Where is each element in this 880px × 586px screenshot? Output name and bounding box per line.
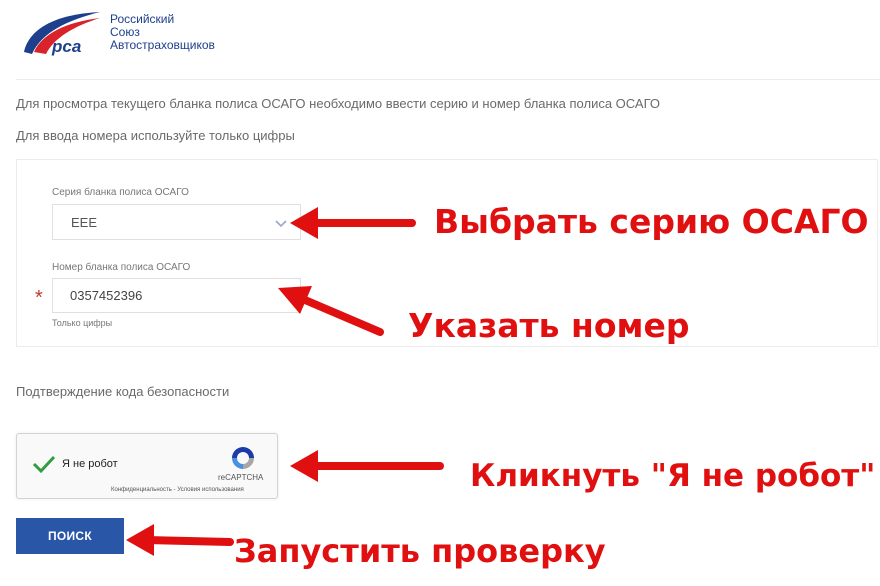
logo-wordmark: Российский Союз Автостраховщиков [110, 13, 215, 52]
policy-number-input[interactable]: 0357452396 [52, 278, 301, 313]
annotation-select-series: Выбрать серию ОСАГО [434, 202, 869, 241]
recaptcha-checkbox[interactable] [32, 454, 56, 479]
digits-only-instruction: Для ввода номера используйте только цифр… [16, 128, 295, 143]
policy-number-value: 0357452396 [70, 288, 143, 303]
logo-mark: рса [51, 37, 81, 56]
series-selected-value: ЕЕЕ [71, 215, 98, 230]
recaptcha-privacy-links[interactable]: Конфиденциальность - Условия использован… [111, 487, 244, 493]
rsa-logo: рса Российский Союз Автостраховщиков [20, 8, 260, 62]
required-asterisk: * [35, 287, 43, 309]
series-label: Серия бланка полиса ОСАГО [52, 187, 189, 198]
annotation-enter-number: Указать номер [408, 306, 690, 345]
search-button[interactable]: ПОИСК [16, 518, 124, 554]
captcha-title: Подтверждение кода безопасности [16, 384, 230, 399]
annotation-run-check: Запустить проверку [234, 532, 606, 570]
not-robot-label: Я не робот [62, 458, 118, 470]
arrow-left-icon [126, 524, 234, 556]
recaptcha-widget: Я не робот reCAPTCHA Конфиденциальность … [16, 433, 278, 499]
rsa-logo-emblem: рса [24, 12, 100, 56]
number-label: Номер бланка полиса ОСАГО [52, 262, 191, 273]
chevron-down-icon[interactable] [274, 216, 288, 234]
checkmark-icon[interactable] [32, 454, 56, 474]
logo-line-3: Автостраховщиков [110, 38, 215, 52]
header-divider [16, 79, 880, 80]
arrow-left-icon [290, 207, 416, 239]
instruction-text: Для просмотра текущего бланка полиса ОСА… [16, 96, 660, 111]
arrow-up-left-icon [278, 286, 384, 336]
recaptcha-brand: reCAPTCHA [218, 473, 264, 482]
series-select[interactable]: ЕЕЕ [52, 204, 301, 240]
annotation-click-robot: Кликнуть "Я не робот" [470, 458, 876, 494]
number-hint: Только цифры [52, 318, 113, 328]
arrow-left-icon [290, 450, 444, 482]
